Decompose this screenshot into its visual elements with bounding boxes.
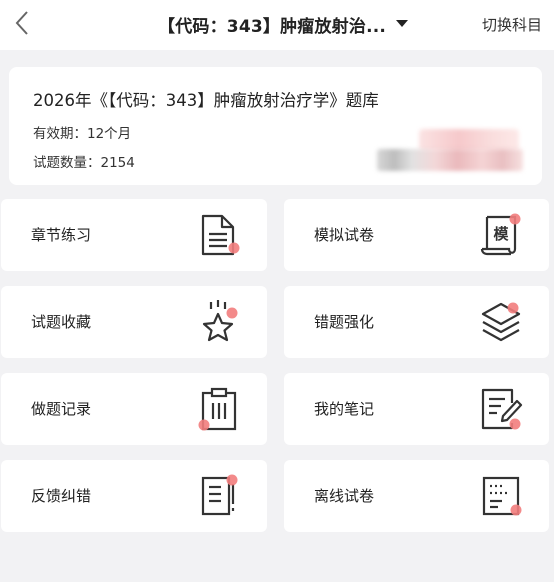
menu-label: 模拟试卷: [314, 226, 375, 244]
subject-selector[interactable]: 【代码：343】肿瘤放射治...: [158, 11, 409, 37]
blurred-info: [377, 149, 523, 171]
menu-offline-paper[interactable]: 离线试卷: [284, 460, 549, 532]
menu-my-notes[interactable]: 我的笔记: [284, 373, 549, 445]
star-icon: [197, 300, 241, 344]
svg-text:模: 模: [493, 225, 509, 243]
menu-label: 离线试卷: [314, 487, 375, 505]
feedback-doc-icon: [197, 474, 241, 518]
menu-mock-exam[interactable]: 模拟试卷 模: [284, 199, 549, 271]
menu-favorites[interactable]: 试题收藏: [1, 286, 267, 358]
menu-label: 错题强化: [314, 313, 375, 331]
top-bar: 【代码：343】肿瘤放射治... 切换科目: [0, 0, 554, 50]
menu-label: 反馈纠错: [31, 487, 92, 505]
question-count: 试题数量：2154: [33, 155, 135, 171]
menu-practice-history[interactable]: 做题记录: [1, 373, 267, 445]
page-title: 【代码：343】肿瘤放射治...: [158, 16, 387, 37]
menu-mistake-review[interactable]: 错题强化: [284, 286, 549, 358]
note-pen-icon: [479, 387, 523, 431]
clipboard-icon: [197, 387, 241, 431]
menu-label: 我的笔记: [314, 400, 375, 418]
document-icon: [197, 213, 241, 257]
question-bank-card: 2026年《【代码：343】肿瘤放射治疗学》题库 有效期：12个月 试题数量：2…: [9, 67, 542, 185]
bank-title: 2026年《【代码：343】肿瘤放射治疗学》题库: [33, 91, 379, 110]
menu-feedback[interactable]: 反馈纠错: [1, 460, 267, 532]
validity-text: 有效期：12个月: [33, 126, 132, 142]
layers-icon: [479, 300, 523, 344]
menu-label: 试题收藏: [31, 313, 92, 331]
offline-paper-icon: [479, 474, 523, 518]
caret-down-icon: [396, 20, 409, 27]
blurred-badge: [419, 129, 519, 151]
switch-subject-button[interactable]: 切换科目: [482, 14, 542, 35]
menu-label: 章节练习: [31, 226, 92, 244]
scroll-exam-icon: 模: [479, 213, 523, 257]
back-button[interactable]: [10, 8, 38, 38]
chevron-left-icon: [15, 11, 28, 35]
menu-label: 做题记录: [31, 400, 92, 418]
menu-chapter-practice[interactable]: 章节练习: [1, 199, 267, 271]
